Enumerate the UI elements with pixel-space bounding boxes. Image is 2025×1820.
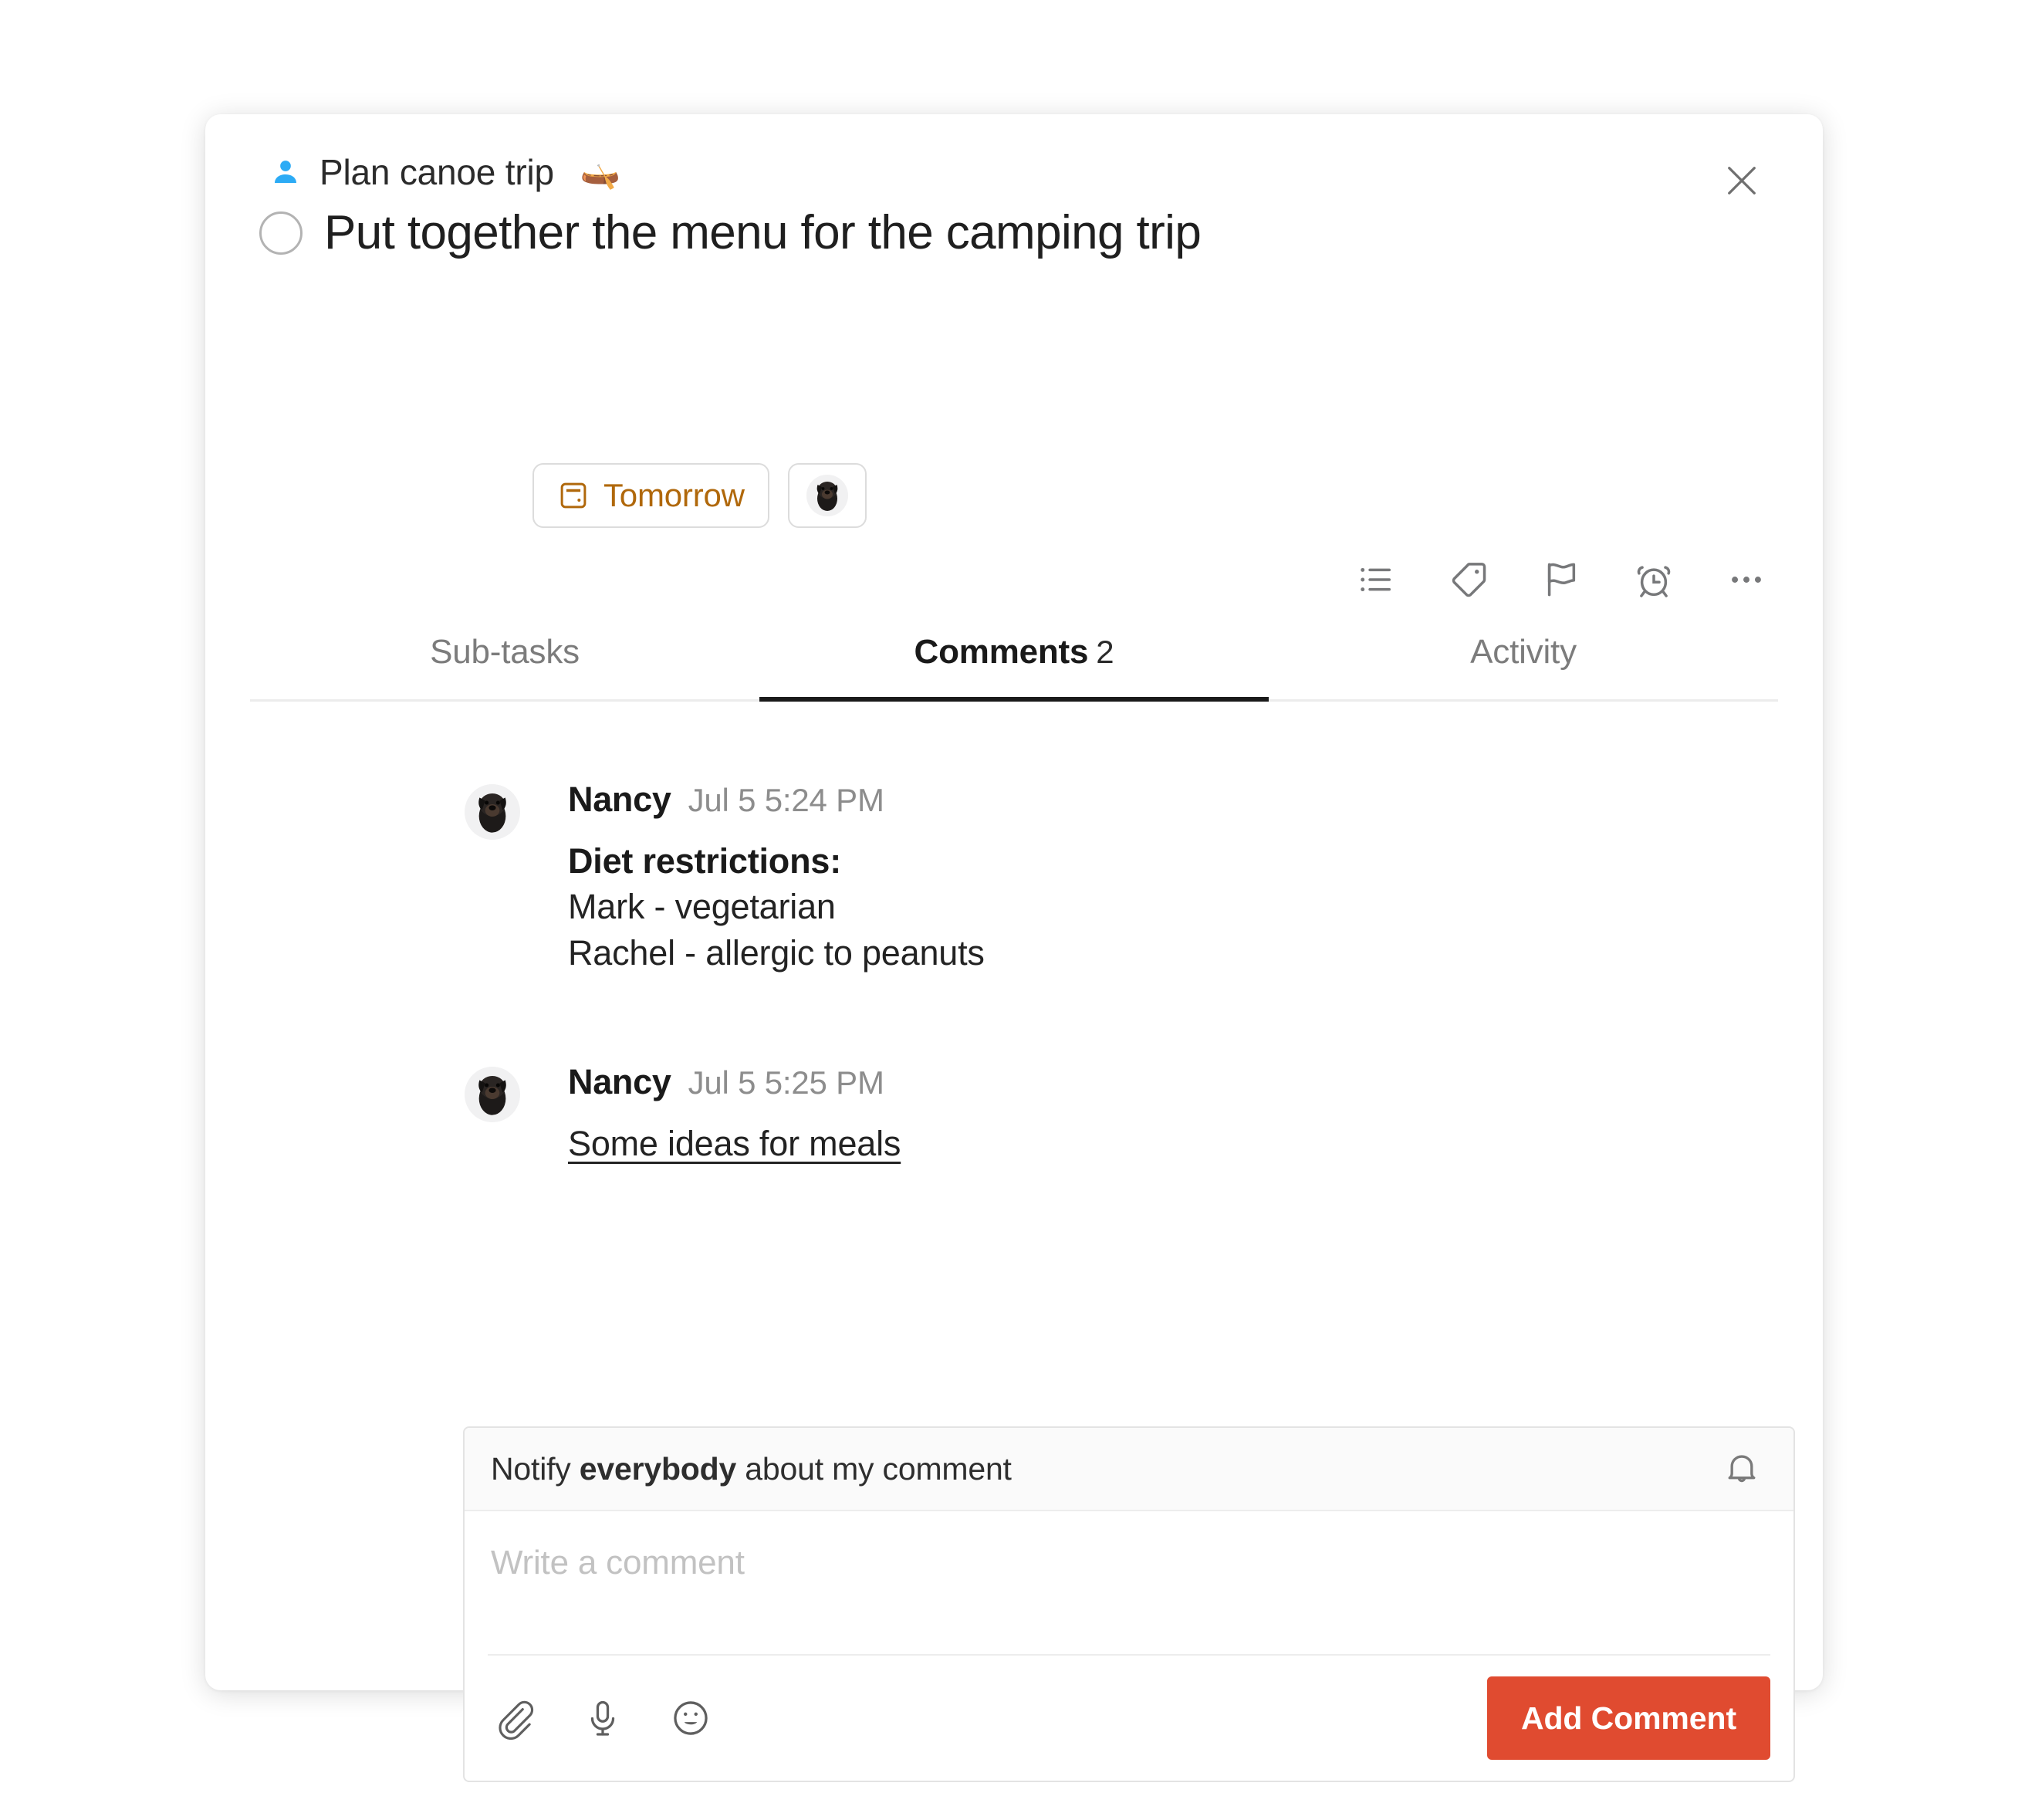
calendar-icon <box>557 479 590 512</box>
notify-target[interactable]: everybody <box>580 1451 737 1487</box>
due-date-chip[interactable]: Tomorrow <box>532 463 769 528</box>
comment-item: Nancy Jul 5 5:24 PM Diet restrictions: M… <box>465 780 1783 976</box>
task-attributes-row: Tomorrow <box>532 463 867 528</box>
comment-body: Nancy Jul 5 5:25 PM Some ideas for meals <box>568 1062 1783 1166</box>
tag-button[interactable] <box>1443 554 1494 605</box>
comment-item: Nancy Jul 5 5:25 PM Some ideas for meals <box>465 1062 1783 1166</box>
comment-meta: Nancy Jul 5 5:25 PM <box>568 1062 1783 1102</box>
task-complete-checkbox[interactable] <box>259 211 303 255</box>
flag-icon <box>1540 558 1583 601</box>
emoji-icon <box>669 1697 712 1740</box>
comment-timestamp: Jul 5 5:24 PM <box>688 782 884 818</box>
comment-body: Nancy Jul 5 5:24 PM Diet restrictions: M… <box>568 780 1783 976</box>
due-date-label: Tomorrow <box>603 477 745 513</box>
microphone-icon <box>581 1697 624 1740</box>
comment-text-line: Mark - vegetarian <box>568 887 836 927</box>
canoe-emoji-icon: 🛶 <box>580 153 621 190</box>
assignee-chip[interactable] <box>787 463 867 528</box>
more-options-icon <box>1725 558 1768 601</box>
tab-activity-label: Activity <box>1470 633 1577 671</box>
close-button[interactable] <box>1709 148 1775 215</box>
tab-comments-label: Comments <box>914 633 1089 671</box>
attachment-icon <box>493 1697 536 1740</box>
subtask-list-icon <box>1354 558 1398 601</box>
tab-sub-tasks[interactable]: Sub-tasks <box>250 633 759 699</box>
comment-text-line: Rachel - allergic to peanuts <box>568 932 985 973</box>
task-detail-card: Plan canoe trip 🛶 Put together the menu … <box>205 114 1823 1782</box>
breadcrumb[interactable]: Plan canoe trip 🛶 <box>270 151 620 193</box>
comment-meta: Nancy Jul 5 5:24 PM <box>568 780 1783 820</box>
task-title-row: Put together the menu for the camping tr… <box>259 209 1202 257</box>
notify-suffix: about my comment <box>736 1450 1012 1487</box>
task-action-toolbar <box>1351 554 1772 605</box>
tab-comments-count: 2 <box>1096 634 1114 670</box>
notify-text: Notify everybody about my comment <box>491 1451 1012 1487</box>
comment-author: Nancy <box>568 780 671 819</box>
flag-button[interactable] <box>1536 554 1587 605</box>
bell-icon <box>1721 1448 1763 1490</box>
tab-sub-tasks-label: Sub-tasks <box>430 633 580 671</box>
reminder-button[interactable] <box>1628 554 1679 605</box>
tag-icon <box>1447 558 1490 601</box>
composer-tools <box>491 1694 715 1742</box>
more-options-button[interactable] <box>1721 554 1772 605</box>
record-audio-button[interactable] <box>579 1694 627 1742</box>
comment-timestamp: Jul 5 5:25 PM <box>688 1064 884 1101</box>
comments-list: Nancy Jul 5 5:24 PM Diet restrictions: M… <box>465 780 1783 1223</box>
person-icon <box>270 157 301 188</box>
comment-input[interactable] <box>465 1511 1793 1650</box>
subtask-list-button[interactable] <box>1351 554 1401 605</box>
emoji-picker-button[interactable] <box>667 1694 715 1742</box>
notification-bell-button[interactable] <box>1716 1443 1767 1494</box>
close-icon <box>1722 161 1762 203</box>
task-title[interactable]: Put together the menu for the camping tr… <box>324 209 1202 257</box>
composer-footer: Add Comment <box>488 1654 1770 1781</box>
tab-comments[interactable]: Comments 2 <box>759 633 1269 702</box>
screen: Plan canoe trip 🛶 Put together the menu … <box>0 0 2025 1820</box>
pug-avatar <box>465 784 520 840</box>
tab-activity[interactable]: Activity <box>1269 633 1778 699</box>
pug-avatar <box>806 475 848 516</box>
detail-tabs: Sub-tasks Comments 2 Activity <box>250 633 1778 702</box>
breadcrumb-project-label: Plan canoe trip <box>319 152 554 192</box>
pug-avatar <box>465 1067 520 1123</box>
comment-link[interactable]: Some ideas for meals <box>568 1121 901 1166</box>
alarm-clock-icon <box>1632 558 1675 601</box>
comment-author: Nancy <box>568 1062 671 1102</box>
notify-prefix: Notify <box>491 1450 580 1487</box>
notify-bar: Notify everybody about my comment <box>465 1428 1793 1511</box>
add-comment-button[interactable]: Add Comment <box>1486 1676 1770 1760</box>
comment-text-line: Diet restrictions: <box>568 841 841 881</box>
attach-file-button[interactable] <box>491 1694 539 1742</box>
comment-composer: Notify everybody about my comment Write … <box>463 1426 1795 1782</box>
